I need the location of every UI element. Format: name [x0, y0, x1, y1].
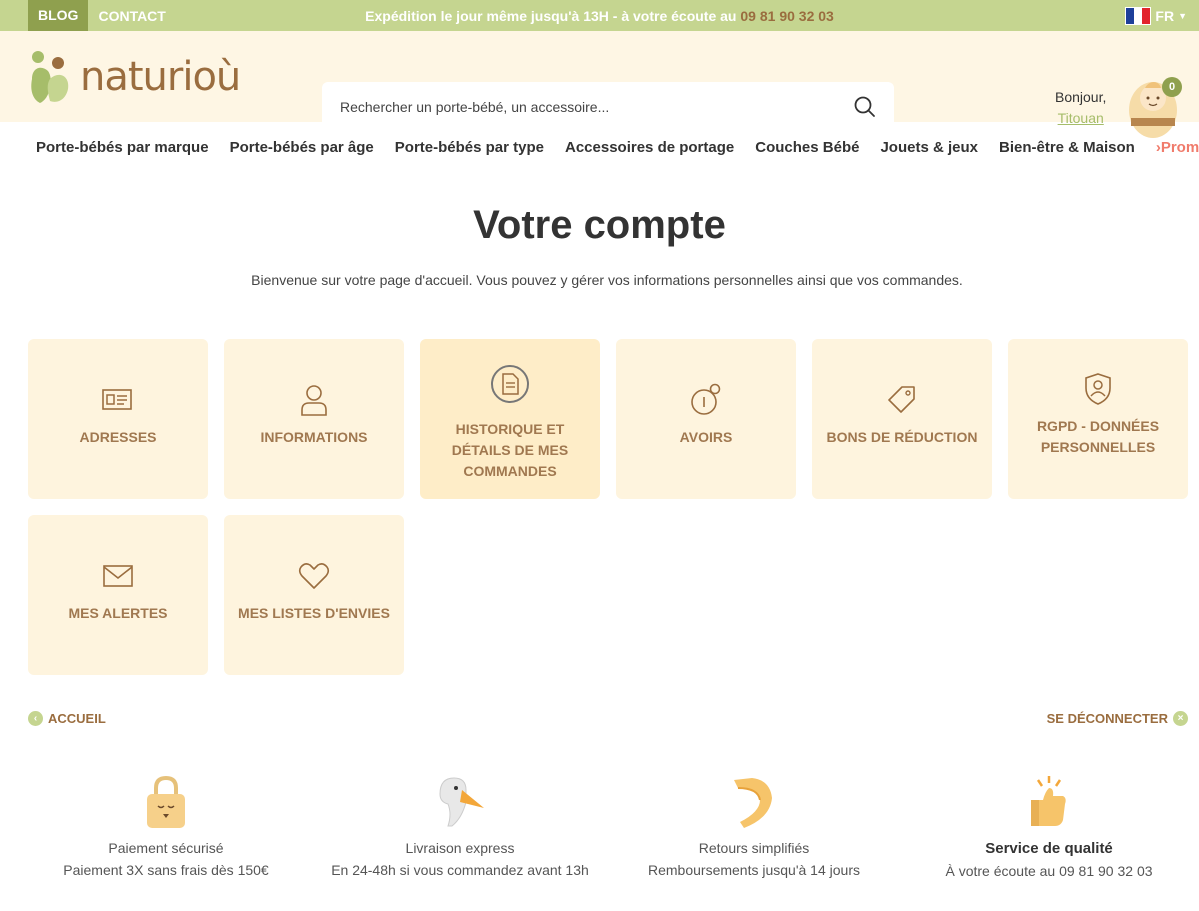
account-link[interactable]: Titouan	[1055, 108, 1106, 129]
shipping-text: Expédition le jour même jusqu'à 13H - à …	[365, 7, 741, 24]
greeting-text: Bonjour,	[1055, 89, 1107, 105]
promo-label: Promo	[1160, 138, 1199, 156]
boomerang-icon	[734, 778, 772, 828]
address-card-icon	[102, 389, 132, 410]
nav-item-type[interactable]: Porte-bébés par type	[395, 139, 544, 156]
france-flag-icon	[1125, 6, 1152, 25]
credit-slip-icon	[691, 383, 721, 415]
feature-title: Paiement sécurisé	[108, 840, 224, 856]
tile-label: ADRESSES	[79, 429, 157, 445]
user-greeting: Bonjour, Titouan	[1055, 87, 1106, 129]
tile-wishlists[interactable]: MES LISTES D'ENVIES	[224, 515, 404, 675]
nav-item-promo[interactable]: ›Promo‹	[1156, 139, 1199, 156]
tile-label: AVOIRS	[679, 429, 733, 445]
language-selector[interactable]: FR ▼	[1125, 0, 1187, 31]
blog-link[interactable]: BLOG	[28, 0, 89, 31]
tile-credit-slips[interactable]: AVOIRS	[616, 339, 796, 499]
tile-vouchers[interactable]: BONS DE RÉDUCTION	[812, 339, 992, 499]
leaf-logo-icon	[31, 51, 69, 103]
padlock-icon	[147, 775, 185, 828]
stork-icon	[439, 777, 484, 827]
feature-secure-payment: Paiement sécurisé Paiement 3X sans frais…	[16, 772, 316, 878]
home-link[interactable]: ‹ ACCUEIL	[28, 711, 106, 726]
nav-item-age[interactable]: Porte-bébés par âge	[230, 139, 374, 156]
feature-subtitle: Remboursements jusqu'à 14 jours	[647, 862, 860, 878]
feature-subtitle: Paiement 3X sans frais dès 150€	[63, 862, 269, 878]
language-code: FR	[1155, 7, 1175, 24]
tile-label: MES ALERTES	[68, 605, 168, 621]
tag-icon	[888, 386, 915, 413]
nav-item-toys[interactable]: Jouets & jeux	[880, 139, 978, 156]
chevron-left-icon: ‹	[28, 711, 43, 726]
feature-quality-service: Service de qualité À votre écoute au 09 …	[899, 772, 1199, 879]
feature-easy-returns: Retours simplifiés Remboursements jusqu'…	[604, 772, 904, 878]
nav-item-diapers[interactable]: Couches Bébé	[755, 139, 859, 156]
thumbs-up-icon	[1031, 776, 1066, 826]
envelope-icon	[103, 565, 133, 587]
caret-down-icon: ▼	[1178, 10, 1187, 21]
shield-user-icon	[1085, 373, 1111, 405]
tile-label: MES LISTES D'ENVIES	[238, 605, 390, 621]
page-title: Votre compte	[473, 203, 726, 247]
logout-link-label: SE DÉCONNECTER	[1046, 711, 1168, 726]
logo-wordmark: naturioù	[80, 54, 241, 100]
close-icon: ×	[1173, 711, 1188, 726]
feature-subtitle: En 24-48h si vous commandez avant 13h	[331, 862, 589, 878]
user-icon	[301, 385, 327, 416]
nav-item-accessories[interactable]: Accessoires de portage	[565, 139, 734, 156]
nav-item-brand[interactable]: Porte-bébés par marque	[36, 139, 209, 156]
tile-label: BONS DE RÉDUCTION	[826, 429, 978, 445]
site-logo[interactable]: naturioù	[28, 49, 241, 105]
contact-link[interactable]: CONTACT	[88, 8, 175, 24]
search-icon[interactable]	[854, 96, 876, 118]
tile-gdpr[interactable]: RGPD - DONNÉES PERSONNELLES	[1008, 339, 1188, 499]
search-bar[interactable]	[322, 82, 894, 132]
feature-title: Retours simplifiés	[698, 840, 810, 856]
tile-order-history[interactable]: HISTORIQUE ET DÉTAILS DE MES COMMANDES	[420, 339, 600, 499]
feature-title: Livraison express	[405, 840, 515, 856]
nav-item-wellness[interactable]: Bien-être & Maison	[999, 139, 1135, 156]
tile-label: RGPD - DONNÉES PERSONNELLES	[1036, 418, 1160, 455]
logout-link[interactable]: SE DÉCONNECTER ×	[1047, 711, 1188, 726]
search-input[interactable]	[340, 99, 854, 115]
tile-label: INFORMATIONS	[260, 429, 368, 445]
shipping-banner: Expédition le jour même jusqu'à 13H - à …	[0, 8, 1199, 24]
document-icon	[491, 365, 529, 403]
shipping-phone: 09 81 90 32 03	[740, 7, 834, 24]
tile-informations[interactable]: INFORMATIONS	[224, 339, 404, 499]
feature-subtitle: À votre écoute au 09 81 90 32 03	[945, 863, 1153, 879]
tile-label: HISTORIQUE ET DÉTAILS DE MES COMMANDES	[451, 421, 569, 479]
feature-title: Service de qualité	[985, 840, 1113, 857]
tile-alerts[interactable]: MES ALERTES	[28, 515, 208, 675]
tile-addresses[interactable]: ADRESSES	[28, 339, 208, 499]
cart-count-badge: 0	[1162, 77, 1182, 97]
page-intro: Bienvenue sur votre page d'accueil. Vous…	[251, 272, 963, 288]
top-bar: BLOG CONTACT Expédition le jour même jus…	[0, 0, 1199, 31]
heart-icon	[298, 563, 330, 589]
feature-express-delivery: Livraison express En 24-48h si vous comm…	[310, 772, 610, 878]
home-link-label: ACCUEIL	[48, 711, 106, 726]
site-header: naturioù Bonjour, Titouan 0	[0, 31, 1199, 138]
